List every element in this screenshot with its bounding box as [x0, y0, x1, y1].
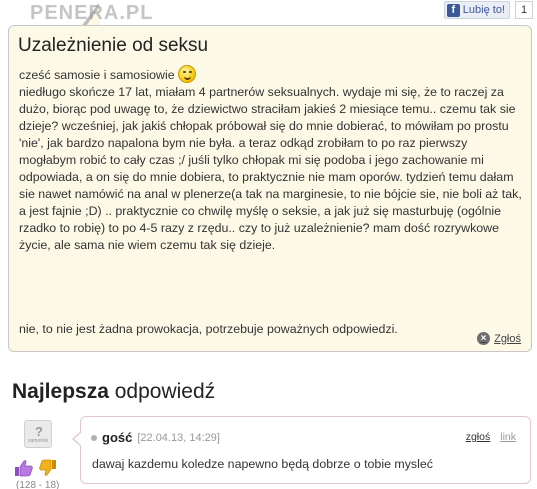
site-watermark: PENERA.PL [30, 2, 154, 24]
question-title: Uzależnienie od seksu [18, 35, 209, 56]
thumbs-down-icon[interactable] [39, 459, 57, 477]
answer-date: [22.04.13, 14:29] [137, 431, 220, 444]
answer-links: zgłoś link [466, 431, 516, 443]
question-footer: nie, to nie jest żadna prowokacja, potrz… [19, 322, 398, 336]
vote-count: (128 - 18) [16, 480, 60, 489]
avatar-question-mark: ? [35, 424, 43, 439]
best-answer-heading-bold: Najlepsza [12, 380, 109, 403]
close-circle-icon: × [477, 332, 491, 345]
best-answer-heading: Najlepsza odpowiedź [12, 380, 215, 404]
best-answer-heading-rest: odpowiedź [108, 380, 216, 403]
wink-smiley-icon [177, 65, 196, 83]
like-count: 1 [515, 1, 533, 19]
question-box: Uzależnienie od seksu cześć samosie i sa… [8, 25, 532, 352]
anonymous-avatar-icon: ? samotnik [24, 420, 52, 448]
answer-header: gość [22.04.13, 14:29] [91, 430, 220, 445]
like-widget: f Lubię to! 1 [443, 1, 533, 19]
avatar-caption: samotnik [28, 438, 49, 444]
answer-author[interactable]: gość [102, 430, 132, 445]
answer-text: dawaj kazdemu koledze napewno będą dobrz… [92, 457, 433, 471]
like-button[interactable]: f Lubię to! [443, 1, 510, 19]
question-greeting-line: cześć samosie i samosiowie [19, 65, 524, 84]
answer-box: gość [22.04.13, 14:29] zgłoś link dawaj … [72, 416, 531, 484]
question-greeting: cześć samosie i samosiowie [19, 68, 175, 82]
question-body: cześć samosie i samosiowie niedługo skoń… [19, 65, 524, 254]
thumbs-up-icon[interactable] [14, 459, 34, 477]
answer-permalink[interactable]: link [500, 431, 516, 443]
report-label: Zgłoś [494, 332, 521, 345]
report-answer-link[interactable]: zgłoś [466, 431, 491, 443]
facebook-icon: f [446, 3, 460, 17]
report-question-button[interactable]: × Zgłoś [477, 332, 521, 345]
like-button-label: Lubię to! [462, 4, 505, 16]
status-dot-icon [91, 434, 97, 441]
question-text: niedługo skończe 17 lat, miałam 4 partne… [19, 85, 522, 252]
